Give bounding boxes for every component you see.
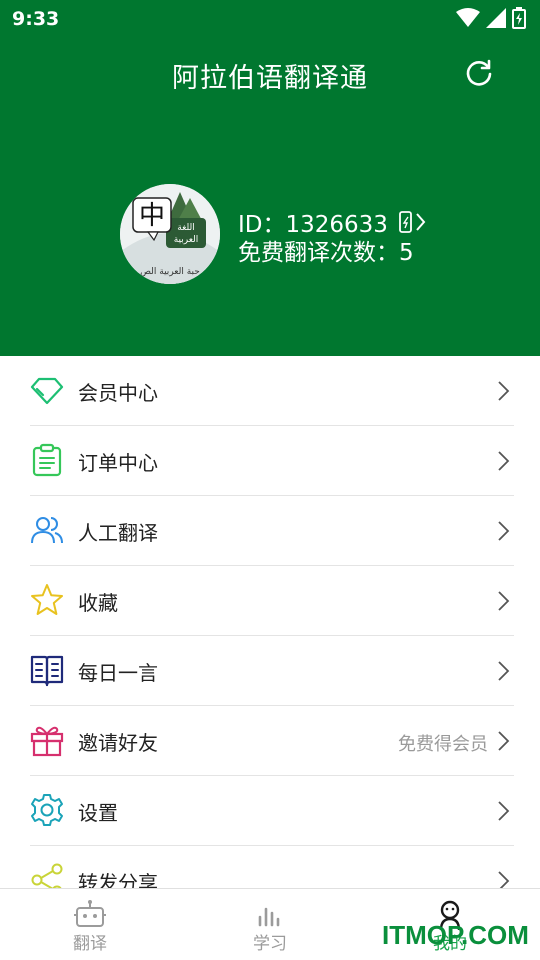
avatar-arabic-line2: العربية (174, 235, 199, 245)
chevron-right-icon (498, 591, 510, 611)
menu-item-label: 订单中心 (78, 451, 158, 475)
people-icon (31, 517, 63, 544)
phone-link-icon (399, 211, 426, 233)
menu-item-label: 会员中心 (78, 381, 158, 405)
menu-item-human-translation[interactable]: 人工翻译 (30, 496, 514, 566)
refresh-icon[interactable] (464, 58, 494, 88)
tab-learn[interactable]: 学习 (180, 889, 360, 960)
chart-icon (258, 907, 280, 927)
chevron-right-icon (498, 731, 510, 751)
signal-icon (486, 8, 506, 28)
menu-item-order-center[interactable]: 订单中心 (30, 426, 514, 496)
chevron-right-icon (498, 661, 510, 681)
menu-item-label: 收藏 (78, 591, 118, 615)
header: 9:33 阿拉伯语翻译通 اللغة العربية 中 حبة العربية… (0, 0, 540, 356)
tab-label: 学习 (253, 934, 287, 954)
tab-translate[interactable]: 翻译 (0, 889, 180, 960)
free-translation-count: 免费翻译次数：5 (238, 240, 414, 266)
page-title: 阿拉伯语翻译通 (172, 63, 368, 94)
gear-icon (31, 794, 63, 826)
status-icons (456, 7, 526, 29)
avatar-image: اللغة العربية 中 حبة العربية الص (120, 184, 220, 284)
app-root: 9:33 阿拉伯语翻译通 اللغة العربية 中 حبة العربية… (0, 0, 540, 960)
battery-icon (512, 7, 526, 29)
status-bar: 9:33 (0, 0, 540, 36)
menu-item-favorites[interactable]: 收藏 (30, 566, 514, 636)
menu-item-label: 设置 (78, 801, 118, 825)
menu-list: 会员中心 订单中心 人工翻译 收藏 每日一言 邀请好友 免费得会员 设置 转发分… (0, 356, 540, 916)
book-icon (30, 655, 64, 687)
avatar-zh-char: 中 (139, 201, 165, 231)
menu-item-daily-quote[interactable]: 每日一言 (30, 636, 514, 706)
free-vip-note: 免费得会员 (398, 734, 488, 755)
diamond-icon (30, 377, 64, 405)
status-time: 9:33 (12, 8, 60, 30)
menu-item-label: 人工翻译 (78, 521, 158, 545)
chevron-right-icon (498, 451, 510, 471)
clipboard-icon (32, 443, 62, 477)
robot-icon (74, 900, 106, 927)
chevron-right-icon (498, 381, 510, 401)
wifi-icon (456, 8, 480, 27)
tab-label: 翻译 (73, 934, 107, 954)
menu-item-vip-center[interactable]: 会员中心 (30, 356, 514, 426)
chevron-right-icon (498, 521, 510, 541)
menu-item-settings[interactable]: 设置 (30, 776, 514, 846)
avatar-arabic-line1: اللغة (177, 223, 194, 233)
star-icon (31, 584, 63, 615)
menu-item-label: 邀请好友 (78, 731, 158, 755)
menu-item-label: 每日一言 (78, 661, 158, 685)
avatar[interactable]: اللغة العربية 中 حبة العربية الص (120, 184, 220, 284)
chevron-right-icon (498, 801, 510, 821)
menu-item-invite-friends[interactable]: 邀请好友 免费得会员 (30, 706, 514, 776)
avatar-caption: حبة العربية الص (140, 267, 200, 277)
watermark: ITMOP.COM (382, 920, 529, 950)
gift-icon (30, 726, 64, 757)
